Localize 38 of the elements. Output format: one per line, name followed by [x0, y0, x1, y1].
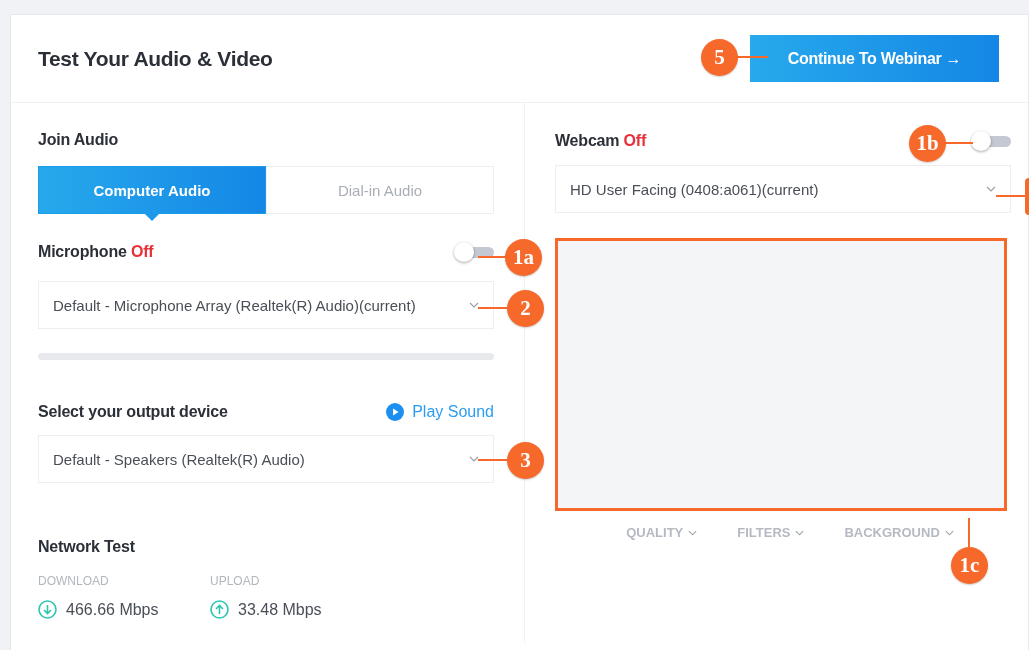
leader-line	[945, 142, 973, 144]
page-title: Test Your Audio & Video	[38, 46, 273, 71]
section-heading: Select your output device	[38, 403, 228, 421]
play-sound-link[interactable]: Play Sound	[386, 403, 494, 421]
stat-label: DOWNLOAD	[38, 574, 110, 588]
video-option-button[interactable]: FILTERS	[737, 525, 805, 540]
leader-line	[478, 256, 505, 258]
camera-dropdown[interactable]: HD User Facing (0408:a061)(current)	[555, 165, 1011, 213]
chevron-icon	[986, 186, 996, 192]
leader-line	[478, 459, 507, 461]
speed-value: 466.66 Mbps	[66, 600, 159, 619]
leader-line	[968, 518, 970, 547]
audio-tab[interactable]: Computer Audio	[38, 166, 266, 214]
toggle-switch[interactable]	[454, 242, 494, 262]
microphone-dropdown[interactable]: Default - Microphone Array (Realtek(R) Audio)(current)	[38, 281, 494, 329]
play-icon	[386, 403, 405, 421]
chevron-icon	[944, 529, 954, 536]
chevron-icon	[795, 529, 805, 536]
video-option-button[interactable]: QUALITY	[626, 525, 698, 540]
video-option-button[interactable]: BACKGROUND	[844, 525, 954, 540]
download-icon	[38, 600, 57, 619]
leader-line	[996, 195, 1025, 197]
section-heading: Network Test	[38, 538, 136, 556]
stat-label: UPLOAD	[210, 574, 261, 588]
chevron-icon	[688, 529, 698, 536]
output-device-dropdown[interactable]: Default - Speakers (Realtek(R) Audio)	[38, 435, 494, 483]
toggle-switch[interactable]	[971, 131, 1011, 151]
tab-pointer-icon	[145, 214, 159, 221]
section-heading: Join Audio	[38, 131, 120, 149]
callout-marker	[1025, 178, 1029, 215]
leader-line	[478, 307, 507, 309]
speed-value: 33.48 Mbps	[238, 600, 322, 619]
section-label: Microphone Off	[38, 243, 154, 261]
audio-tab[interactable]: Dial-in Audio	[266, 166, 494, 214]
section-label: Webcam Off	[555, 132, 647, 150]
leader-line	[737, 56, 768, 58]
continue-button[interactable]: Continue To Webinar →	[750, 35, 999, 82]
upload-icon	[210, 600, 229, 619]
